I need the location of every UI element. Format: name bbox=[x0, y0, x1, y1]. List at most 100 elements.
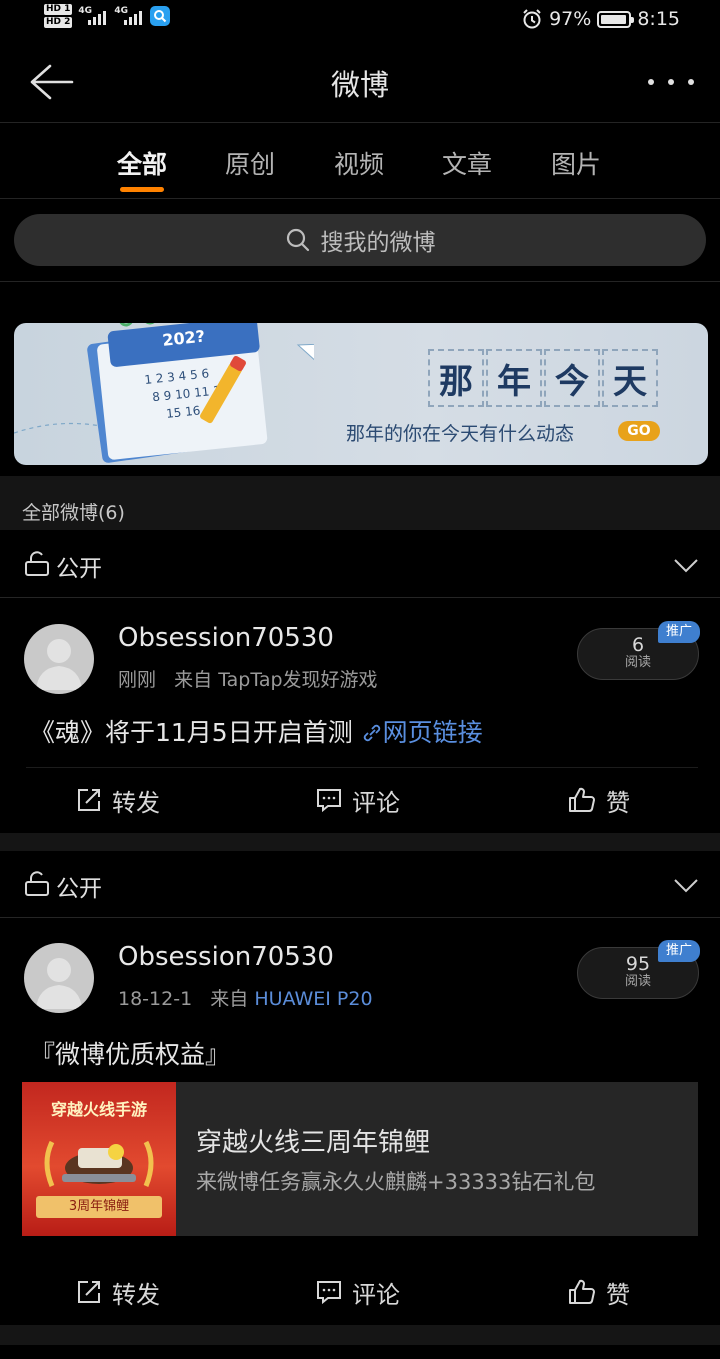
read-count-badge[interactable]: 95 阅读 推广 bbox=[577, 940, 700, 999]
post-actions: 转发 评论 赞 bbox=[0, 767, 720, 833]
active-tab-indicator bbox=[120, 187, 164, 192]
like-label: 赞 bbox=[606, 1280, 630, 1309]
card-gap bbox=[0, 833, 720, 851]
search-placeholder: 搜我的微博 bbox=[320, 230, 436, 256]
post-meta: 18-12-1 来自 HUAWEI P20 bbox=[118, 984, 373, 1011]
like-button[interactable]: 赞 bbox=[568, 1259, 630, 1325]
avatar[interactable] bbox=[24, 943, 94, 1013]
banner-title-char: 年 bbox=[486, 349, 542, 407]
comment-label: 评论 bbox=[352, 788, 400, 817]
banner-title-char: 那 bbox=[428, 349, 484, 407]
read-label: 阅读 bbox=[624, 655, 651, 670]
section-header: 全部微博(6) bbox=[0, 476, 720, 530]
card-divider bbox=[0, 597, 720, 598]
from-prefix: 来自 bbox=[210, 988, 249, 1010]
battery-percent: 97% bbox=[549, 8, 592, 30]
status-right: 97% 8:15 bbox=[521, 8, 680, 30]
unlock-icon bbox=[25, 871, 49, 896]
tab-all[interactable]: 全部 bbox=[97, 145, 187, 181]
promote-badge[interactable]: 推广 bbox=[658, 621, 700, 643]
hd1-badge: HD 1 bbox=[44, 4, 73, 15]
card-divider bbox=[0, 917, 720, 918]
calendar-illustration: 202? 1 2 3 4 5 6 8 9 10 11 12 15 16 bbox=[14, 323, 314, 463]
repost-icon bbox=[78, 1281, 100, 1303]
comment-label: 评论 bbox=[352, 1280, 400, 1309]
link-icon bbox=[363, 724, 380, 742]
comment-button[interactable]: 评论 bbox=[316, 767, 400, 833]
thumbs-up-icon bbox=[569, 787, 595, 812]
tabs-divider bbox=[0, 198, 720, 199]
promote-badge[interactable]: 推广 bbox=[658, 940, 700, 962]
repost-button[interactable]: 转发 bbox=[76, 767, 160, 833]
media-card[interactable]: 穿越火线手游 3周年锦鲤 穿越火线三周年锦鲤 来微博任务赢永久火麒麟+33333… bbox=[22, 1082, 698, 1236]
web-link[interactable]: 网页链接 bbox=[361, 718, 483, 747]
visibility-label: 公开 bbox=[56, 556, 102, 582]
comment-icon bbox=[317, 1281, 341, 1305]
signal-icon: 4G bbox=[114, 4, 144, 28]
post-text: 《魂》将于11月5日开启首测 网页链接 bbox=[30, 713, 483, 749]
visibility-row[interactable]: 公开 bbox=[0, 531, 720, 597]
repost-icon bbox=[78, 789, 100, 811]
filter-tabs: 全部 原创 视频 文章 图片 bbox=[0, 123, 720, 198]
alarm-icon bbox=[523, 9, 541, 29]
search-app-icon bbox=[150, 6, 171, 26]
card-gap bbox=[0, 1325, 720, 1345]
chevron-down-icon[interactable] bbox=[672, 871, 700, 899]
more-dots-icon[interactable] bbox=[648, 72, 694, 92]
thumbs-up-icon bbox=[569, 1279, 595, 1304]
post-source[interactable]: HUAWEI P20 bbox=[254, 988, 372, 1010]
post-actions: 转发 评论 赞 bbox=[0, 1259, 720, 1325]
unlock-icon bbox=[25, 551, 49, 576]
media-description: 来微博任务赢永久火麒麟+33333钻石礼包 bbox=[196, 1170, 596, 1194]
visibility-row[interactable]: 公开 bbox=[0, 851, 720, 917]
banner-title-char: 今 bbox=[544, 349, 600, 407]
repost-button[interactable]: 转发 bbox=[76, 1259, 160, 1325]
top-app-bar: 微博 bbox=[0, 42, 720, 122]
repost-label: 转发 bbox=[112, 788, 160, 817]
banner-go-button[interactable]: GO bbox=[618, 421, 660, 441]
comment-icon bbox=[317, 789, 341, 813]
search-icon bbox=[286, 228, 309, 252]
like-button[interactable]: 赞 bbox=[568, 767, 630, 833]
tab-images[interactable]: 图片 bbox=[531, 145, 621, 181]
signal-icon: 4G bbox=[78, 4, 108, 28]
post-card: 公开 Obsession70530 刚刚 来自 TapTap发现好游戏 6 阅读… bbox=[0, 531, 720, 833]
search-divider bbox=[0, 281, 720, 282]
visibility-label: 公开 bbox=[56, 876, 102, 902]
status-left: HD 1 HD 2 4G 4G bbox=[44, 4, 171, 28]
read-count-badge[interactable]: 6 阅读 推广 bbox=[577, 621, 700, 680]
repost-label: 转发 bbox=[112, 1280, 160, 1309]
tab-original[interactable]: 原创 bbox=[205, 145, 295, 181]
banner-subtitle: 那年的你在今天有什么动态 bbox=[346, 423, 575, 445]
banner-title: 那 年 今 天 bbox=[428, 349, 660, 407]
hd-indicators: HD 1 HD 2 bbox=[44, 4, 73, 28]
on-this-day-banner[interactable]: 202? 1 2 3 4 5 6 8 9 10 11 12 15 16 那 年 … bbox=[14, 323, 708, 465]
thumbnail-badge: 3周年锦鲤 bbox=[36, 1196, 162, 1218]
hd2-badge: HD 2 bbox=[44, 17, 73, 28]
read-label: 阅读 bbox=[624, 974, 651, 989]
media-thumbnail: 穿越火线手游 3周年锦鲤 bbox=[22, 1082, 176, 1236]
web-link-text: 网页链接 bbox=[382, 718, 483, 747]
post-meta: 刚刚 来自 TapTap发现好游戏 bbox=[118, 665, 378, 692]
banner-title-char: 天 bbox=[602, 349, 658, 407]
post-source: TapTap发现好游戏 bbox=[218, 669, 378, 691]
chevron-down-icon[interactable] bbox=[672, 551, 700, 579]
author-name[interactable]: Obsession70530 bbox=[118, 942, 334, 972]
post-time: 18-12-1 bbox=[118, 988, 193, 1010]
post-card: 公开 Obsession70530 18-12-1 来自 HUAWEI P20 … bbox=[0, 851, 720, 1325]
from-prefix: 来自 bbox=[174, 669, 213, 691]
search-input[interactable]: 搜我的微博 bbox=[14, 214, 706, 266]
author-name[interactable]: Obsession70530 bbox=[118, 623, 334, 653]
battery-icon bbox=[597, 10, 635, 28]
post-text: 『微博优质权益』 bbox=[30, 1040, 231, 1069]
media-title: 穿越火线三周年锦鲤 bbox=[196, 1128, 431, 1158]
like-label: 赞 bbox=[606, 788, 630, 817]
tab-article[interactable]: 文章 bbox=[422, 145, 512, 181]
page-title: 微博 bbox=[330, 68, 389, 102]
post-time: 刚刚 bbox=[118, 669, 157, 691]
avatar[interactable] bbox=[24, 624, 94, 694]
comment-button[interactable]: 评论 bbox=[316, 1259, 400, 1325]
tab-video[interactable]: 视频 bbox=[314, 145, 404, 181]
clock: 8:15 bbox=[637, 8, 680, 30]
post-body: 《魂》将于11月5日开启首测 bbox=[30, 718, 353, 747]
